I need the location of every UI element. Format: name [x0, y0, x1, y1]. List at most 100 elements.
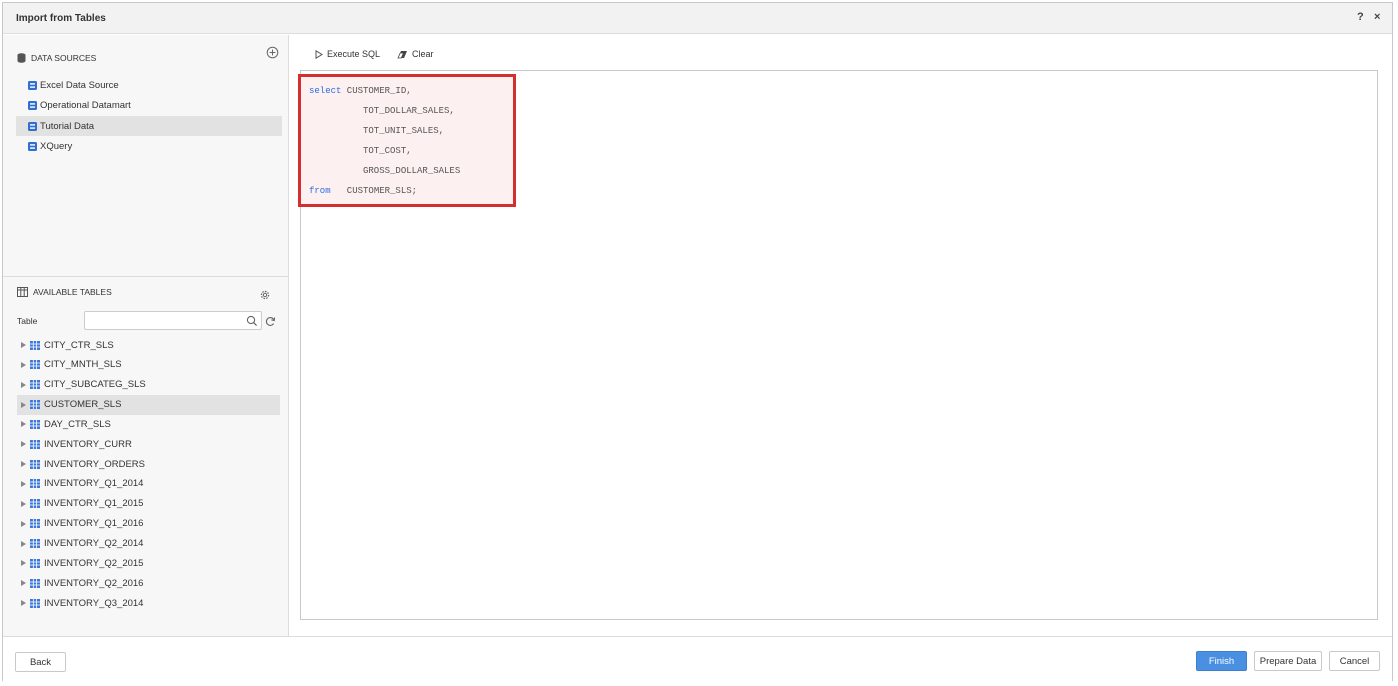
table-icon	[30, 360, 40, 370]
left-panel: DATA SOURCES Excel Data Source Operationa…	[3, 35, 289, 636]
table-item[interactable]: CUSTOMER_SLS	[17, 394, 280, 415]
prepare-data-button[interactable]: Prepare Data	[1254, 651, 1322, 671]
sql-text: GROSS_DOLLAR_SALES	[309, 165, 461, 176]
sql-editor[interactable]: select CUSTOMER_ID, TOT_DOLLAR_SALES, TO…	[298, 70, 1378, 620]
close-icon[interactable]: ×	[1374, 11, 1380, 23]
table-item-label: INVENTORY_Q2_2016	[44, 577, 144, 589]
sql-text: CUSTOMER_SLS;	[330, 185, 418, 196]
expand-caret-icon[interactable]	[21, 580, 26, 587]
data-sources-header: DATA SOURCES	[17, 53, 96, 63]
data-source-item[interactable]: Excel Data Source	[16, 75, 282, 95]
expand-caret-icon[interactable]	[21, 361, 26, 368]
search-icon[interactable]	[246, 315, 258, 327]
table-item[interactable]: CITY_MNTH_SLS	[17, 355, 280, 375]
expand-caret-icon[interactable]	[21, 441, 26, 448]
sql-code: select CUSTOMER_ID, TOT_DOLLAR_SALES, TO…	[309, 82, 460, 201]
table-item-label: INVENTORY_Q1_2016	[44, 518, 144, 530]
table-item-label: INVENTORY_Q3_2014	[44, 597, 144, 609]
code-line: TOT_DOLLAR_SALES,	[309, 102, 460, 122]
table-filter-label: Table	[17, 316, 38, 326]
dialog-footer: Back Finish Prepare Data Cancel	[3, 636, 1392, 682]
data-source-icon	[28, 142, 37, 152]
cancel-button[interactable]: Cancel	[1329, 651, 1380, 671]
code-line: TOT_COST,	[309, 142, 460, 162]
data-source-item[interactable]: XQuery	[16, 137, 282, 157]
table-search-input[interactable]	[84, 311, 262, 330]
dialog-title: Import from Tables	[16, 13, 106, 24]
data-source-label: XQuery	[40, 141, 73, 153]
expand-caret-icon[interactable]	[21, 560, 26, 567]
table-icon	[30, 419, 40, 429]
table-item-label: CITY_MNTH_SLS	[44, 359, 122, 371]
sql-text: TOT_UNIT_SALES,	[309, 125, 445, 136]
expand-caret-icon[interactable]	[21, 461, 26, 468]
table-item-label: INVENTORY_Q2_2014	[44, 538, 144, 549]
table-item[interactable]: INVENTORY_Q1_2015	[17, 494, 280, 514]
code-line: select CUSTOMER_ID,	[309, 82, 460, 102]
expand-caret-icon[interactable]	[21, 381, 26, 388]
expand-caret-icon[interactable]	[21, 421, 26, 428]
data-source-item[interactable]: Tutorial Data	[16, 116, 282, 137]
table-item[interactable]: INVENTORY_Q2_2014	[17, 534, 280, 554]
table-item[interactable]: INVENTORY_Q1_2016	[17, 514, 280, 534]
data-source-icon	[28, 121, 37, 131]
execute-sql-label: Execute SQL	[327, 49, 381, 59]
expand-caret-icon[interactable]	[21, 600, 26, 607]
table-icon	[30, 578, 40, 588]
sql-text: TOT_DOLLAR_SALES,	[309, 105, 455, 116]
execute-sql-button[interactable]: Execute SQL	[315, 49, 380, 59]
table-icon	[30, 499, 40, 509]
eraser-icon	[397, 50, 407, 58]
data-source-icon	[28, 101, 37, 111]
data-source-item[interactable]: Operational Datamart	[16, 96, 282, 116]
table-icon	[30, 479, 40, 489]
panel-divider	[3, 276, 289, 277]
table-icon	[30, 558, 40, 568]
data-source-label: Tutorial Data	[40, 120, 95, 132]
data-sources-heading: DATA SOURCES	[31, 53, 97, 63]
expand-caret-icon[interactable]	[21, 401, 26, 408]
table-item-label: CUSTOMER_SLS	[44, 399, 122, 411]
code-line: TOT_UNIT_SALES,	[309, 122, 460, 142]
title-bar: Import from Tables ? ×	[3, 3, 1392, 34]
table-item[interactable]: DAY_CTR_SLS	[17, 414, 280, 434]
table-item[interactable]: INVENTORY_Q2_2016	[17, 573, 280, 593]
table-icon	[30, 598, 40, 608]
table-item-label: INVENTORY_CURR	[44, 438, 132, 450]
add-data-source-icon[interactable]	[266, 46, 279, 59]
clear-button[interactable]: Clear	[397, 49, 434, 59]
table-item[interactable]: INVENTORY_CURR	[17, 434, 280, 454]
table-item[interactable]: INVENTORY_ORDERS	[17, 454, 280, 474]
table-item-label: INVENTORY_Q1_2015	[44, 498, 144, 510]
expand-caret-icon[interactable]	[21, 520, 26, 527]
table-item[interactable]: CITY_CTR_SLS	[17, 335, 280, 355]
expand-caret-icon[interactable]	[21, 342, 26, 348]
code-line: GROSS_DOLLAR_SALES	[309, 162, 460, 182]
expand-caret-icon[interactable]	[21, 500, 26, 507]
sql-text: CUSTOMER_ID,	[341, 86, 412, 96]
sql-text: TOT_COST,	[309, 145, 412, 156]
expand-caret-icon[interactable]	[21, 480, 26, 487]
table-item[interactable]: CITY_SUBCATEG_SLS	[17, 375, 280, 395]
table-icon	[30, 439, 40, 449]
table-item[interactable]: INVENTORY_Q2_2015	[17, 553, 280, 573]
table-item-label: INVENTORY_ORDERS	[44, 458, 146, 470]
data-source-icon	[28, 80, 37, 90]
table-item-label: INVENTORY_Q2_2015	[44, 557, 144, 569]
code-line: from CUSTOMER_SLS;	[309, 182, 460, 202]
table-icon	[30, 519, 40, 529]
table-item-label: CITY_SUBCATEG_SLS	[44, 379, 146, 391]
back-button[interactable]: Back	[15, 652, 66, 672]
finish-button[interactable]: Finish	[1196, 651, 1247, 671]
help-icon[interactable]: ?	[1357, 11, 1364, 23]
gear-icon[interactable]	[259, 289, 271, 301]
data-source-label: Operational Datamart	[40, 100, 131, 112]
table-item-label: INVENTORY_Q1_2014	[44, 478, 144, 490]
database-icon	[17, 53, 26, 63]
refresh-icon[interactable]	[265, 316, 276, 327]
table-item[interactable]: INVENTORY_Q3_2014	[17, 593, 280, 613]
expand-caret-icon[interactable]	[21, 540, 26, 547]
table-item-label: DAY_CTR_SLS	[44, 418, 111, 430]
table-item[interactable]: INVENTORY_Q1_2014	[17, 474, 280, 494]
table-icon	[30, 380, 40, 390]
